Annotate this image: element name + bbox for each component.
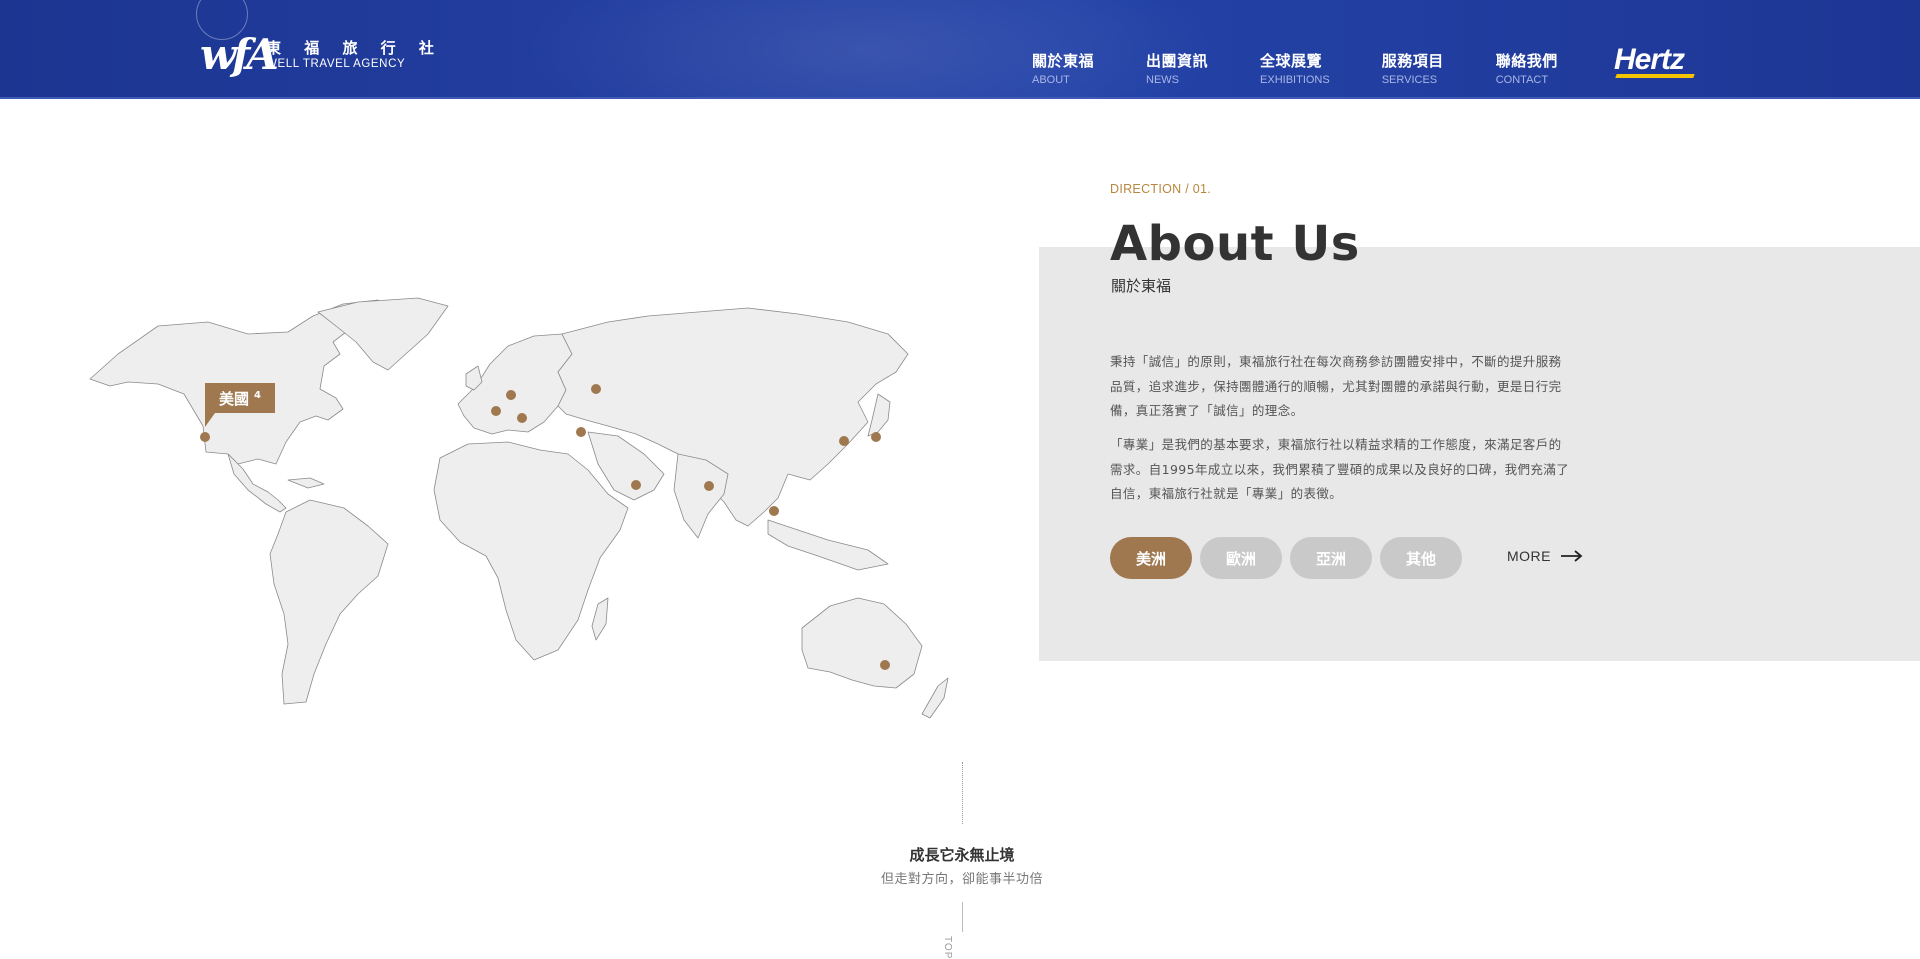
region-button-asia[interactable]: 亞洲 bbox=[1290, 537, 1372, 579]
section-direction-label: DIRECTION / 01. bbox=[1110, 182, 1212, 196]
tooltip-pointer bbox=[205, 413, 215, 427]
nav-label-en: SERVICES bbox=[1381, 74, 1438, 86]
hertz-logo-underline bbox=[1615, 74, 1695, 78]
asia-shape bbox=[557, 307, 909, 527]
map-marker bbox=[871, 432, 881, 442]
map-marker bbox=[517, 413, 527, 423]
about-paragraph-professional: 「專業」是我們的基本要求，東福旅行社以精益求精的工作態度，來滿足客戶的需求。自1… bbox=[1110, 437, 1570, 501]
map-tooltip-usa[interactable]: 美國 4 bbox=[205, 383, 275, 413]
site-logo[interactable]: wfA 東 福 旅 行 社 WELL TRAVEL AGENCY bbox=[200, 34, 443, 76]
map-marker bbox=[880, 660, 890, 670]
southeast-asia-shape bbox=[767, 519, 889, 571]
more-link[interactable]: MORE bbox=[1507, 548, 1583, 564]
nav-item-news[interactable]: 出團資訊 NEWS bbox=[1146, 52, 1208, 87]
region-button-other[interactable]: 其他 bbox=[1380, 537, 1462, 579]
map-marker bbox=[576, 427, 586, 437]
scroll-divider bbox=[962, 902, 963, 932]
map-marker bbox=[491, 406, 501, 416]
about-paragraph-integrity: 秉持「誠信」的原則，東福旅行社在每次商務參訪團體安排中，不斷的提升服務品質，追求… bbox=[1110, 354, 1562, 418]
tooltip-count: 4 bbox=[254, 389, 261, 401]
central-america-shape bbox=[227, 453, 287, 513]
hertz-logo-link[interactable]: Hertz bbox=[1614, 44, 1685, 76]
caribbean-shape bbox=[287, 477, 325, 489]
logo-name-zh: 東 福 旅 行 社 bbox=[266, 39, 443, 57]
nav-item-exhibitions[interactable]: 全球展覽 EXHIBITIONS bbox=[1260, 52, 1330, 87]
logo-text: 東 福 旅 行 社 WELL TRAVEL AGENCY bbox=[266, 39, 443, 71]
south-america-shape bbox=[269, 499, 389, 705]
map-marker bbox=[200, 432, 210, 442]
map-marker bbox=[839, 436, 849, 446]
dotted-divider bbox=[962, 762, 963, 824]
map-marker bbox=[631, 480, 641, 490]
nav-label-zh: 關於東福 bbox=[1032, 52, 1095, 70]
slogan-heading: 成長它永無止境 bbox=[909, 846, 1015, 864]
nav-item-about[interactable]: 關於東福 ABOUT bbox=[1032, 52, 1094, 87]
nav-label-zh: 全球展覽 bbox=[1260, 52, 1323, 70]
logo-mark: wfA bbox=[200, 30, 279, 79]
new-zealand-shape bbox=[921, 677, 949, 719]
nav-label-zh: 出團資訊 bbox=[1146, 52, 1209, 70]
arrow-right-icon bbox=[1561, 550, 1583, 562]
nav-item-services[interactable]: 服務項目 SERVICES bbox=[1382, 52, 1444, 87]
page-title: About Us bbox=[1110, 216, 1360, 272]
australia-shape bbox=[801, 597, 923, 689]
nav-item-contact[interactable]: 聯絡我們 CONTACT bbox=[1496, 52, 1558, 87]
map-marker bbox=[769, 506, 779, 516]
scroll-top-link[interactable]: TOP bbox=[942, 936, 953, 959]
slogan-subheading: 但走對方向，卻能事半功倍 bbox=[880, 872, 1043, 887]
map-marker bbox=[591, 384, 601, 394]
map-marker bbox=[704, 481, 714, 491]
site-header: wfA 東 福 旅 行 社 WELL TRAVEL AGENCY 關於東福 AB… bbox=[0, 0, 1920, 99]
nav-label-en: EXHIBITIONS bbox=[1260, 74, 1330, 86]
logo-name-en: WELL TRAVEL AGENCY bbox=[266, 58, 406, 70]
nav-label-en: CONTACT bbox=[1495, 74, 1549, 86]
nav-label-zh: 服務項目 bbox=[1381, 52, 1444, 70]
tooltip-label: 美國 bbox=[219, 389, 250, 408]
nav-label-en: NEWS bbox=[1146, 74, 1180, 86]
region-button-europe[interactable]: 歐洲 bbox=[1200, 537, 1282, 579]
madagascar-shape bbox=[591, 597, 609, 641]
region-button-americas[interactable]: 美洲 bbox=[1110, 537, 1192, 579]
map-marker bbox=[506, 390, 516, 400]
more-label: MORE bbox=[1507, 548, 1551, 564]
region-filter: 美洲 歐洲 亞洲 其他 bbox=[1110, 537, 1470, 579]
nav-label-en: ABOUT bbox=[1032, 74, 1070, 86]
page-subtitle: 關於東福 bbox=[1111, 277, 1172, 295]
world-map bbox=[89, 297, 949, 719]
japan-shape bbox=[867, 393, 891, 437]
main-nav: 關於東福 ABOUT 出團資訊 NEWS 全球展覽 EXHIBITIONS 服務… bbox=[1032, 52, 1610, 87]
nav-label-zh: 聯絡我們 bbox=[1495, 52, 1558, 70]
